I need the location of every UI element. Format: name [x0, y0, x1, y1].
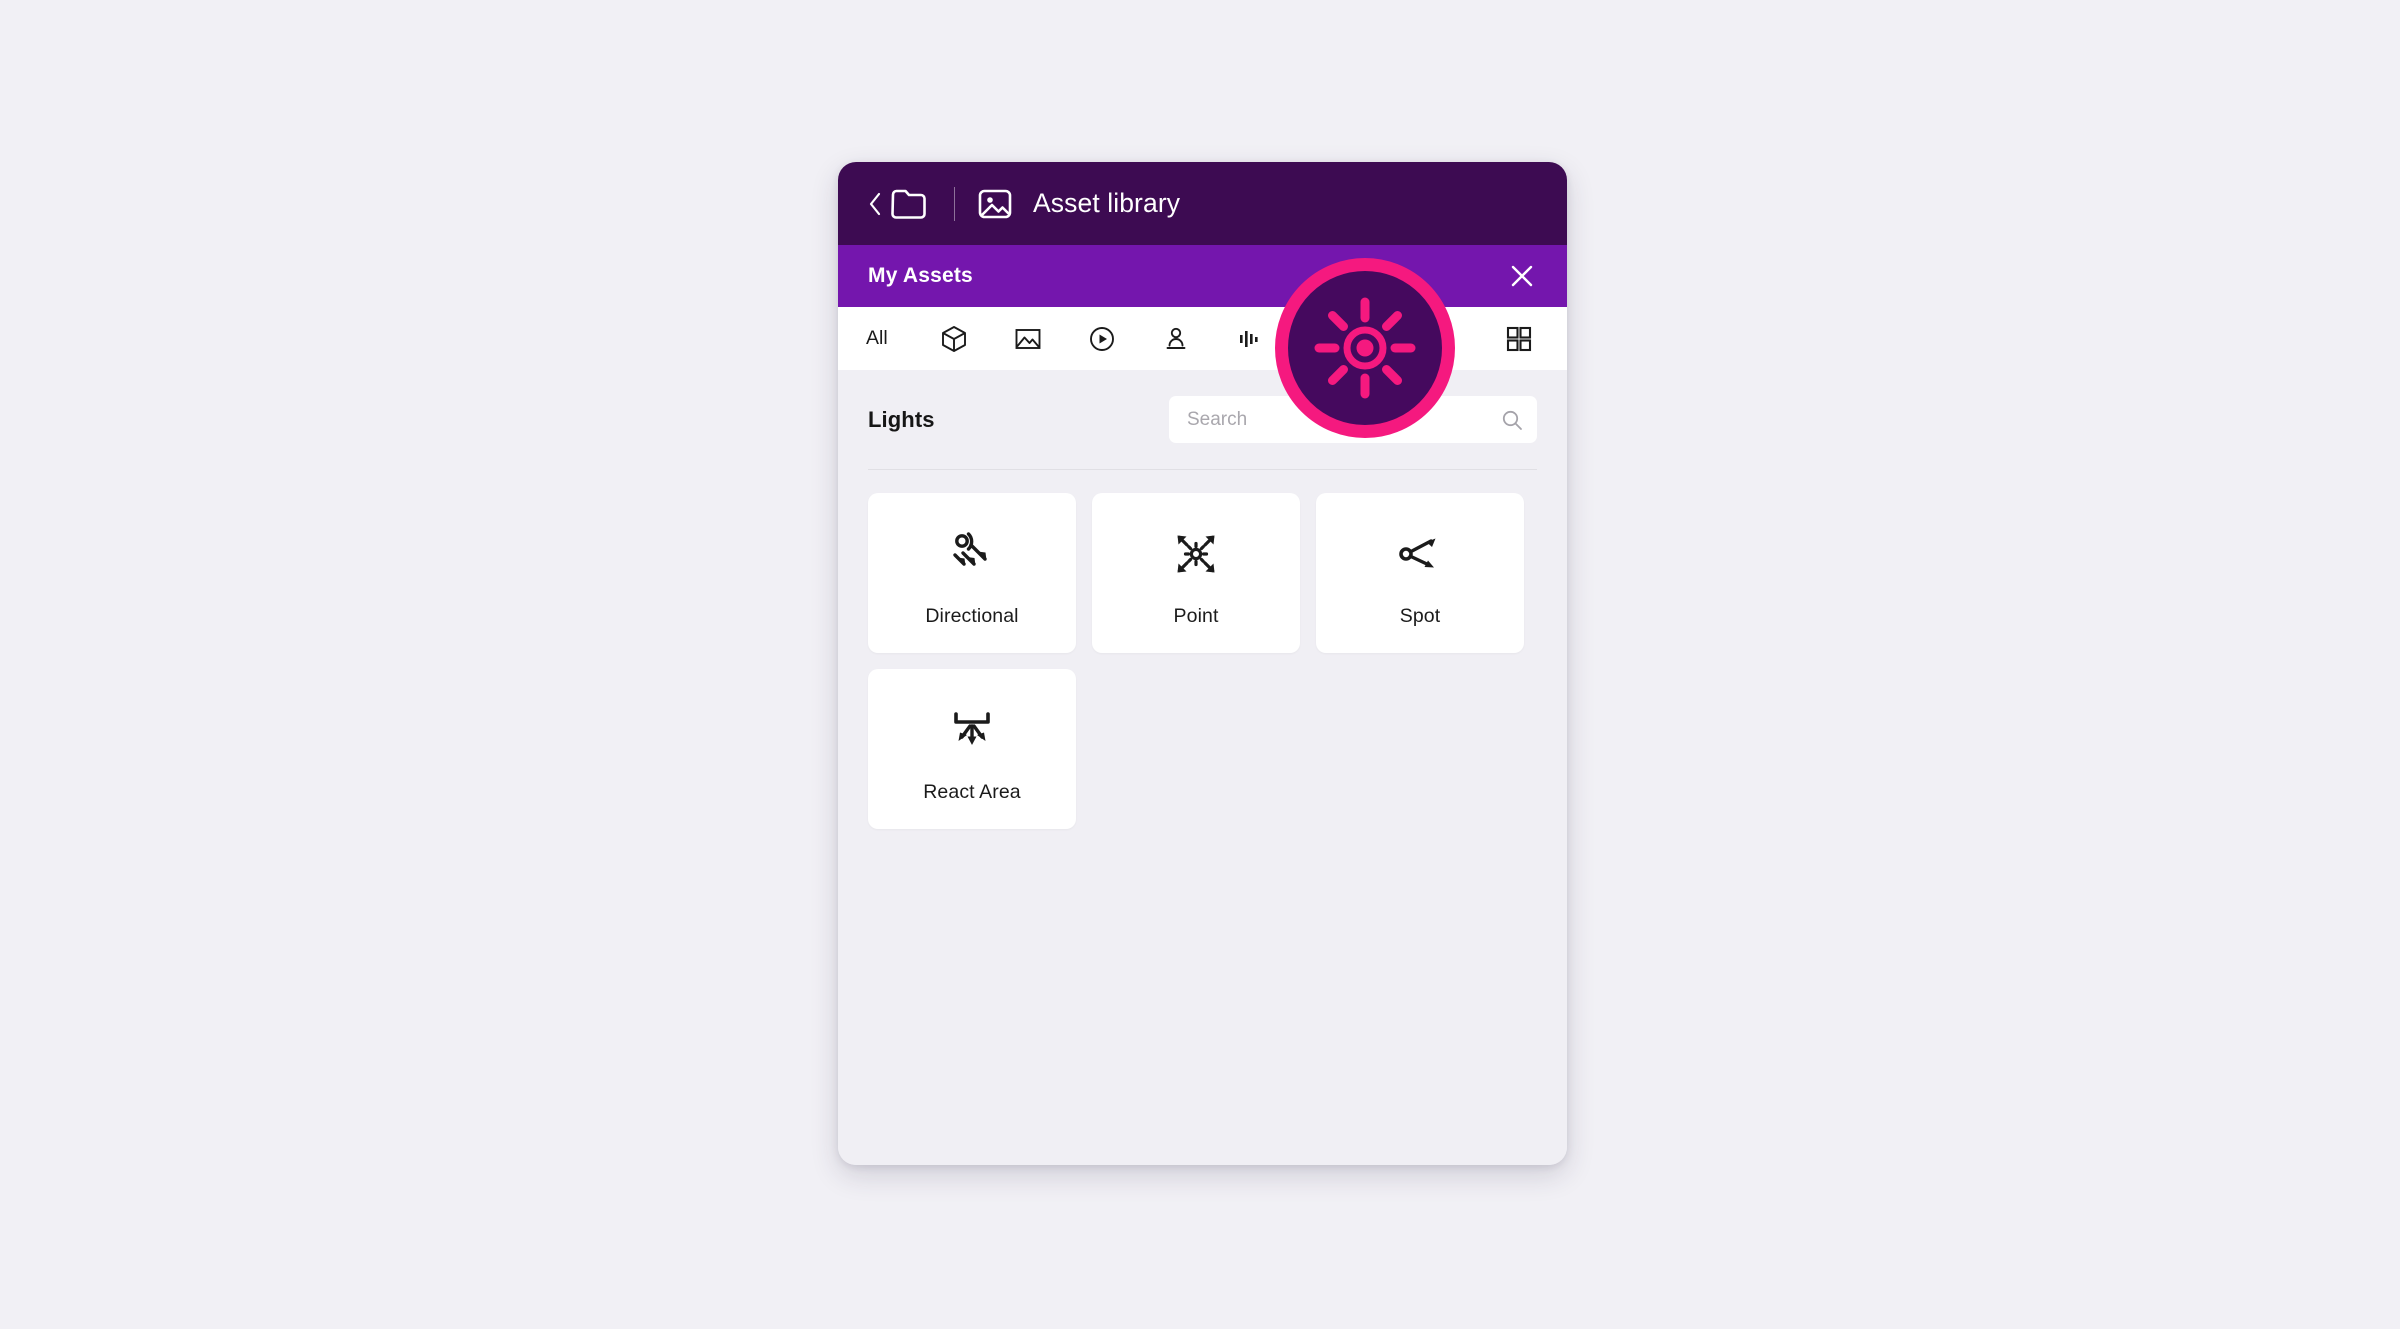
asset-card-react-area[interactable]: React Area: [868, 669, 1076, 829]
close-icon: [1511, 265, 1533, 287]
section-title: Lights: [868, 406, 935, 432]
back-button[interactable]: [864, 186, 886, 222]
tab-images[interactable]: [1002, 307, 1054, 370]
asset-type-tabs: All: [838, 307, 1567, 370]
asset-card-spot[interactable]: Spot: [1316, 493, 1524, 653]
asset-grid: Directional Point Spot React Area: [838, 470, 1567, 829]
tab-video[interactable]: [1076, 307, 1128, 370]
tab-all-label: All: [866, 327, 888, 349]
cube-icon: [942, 325, 966, 352]
area-light-icon: [943, 699, 1001, 761]
search-input[interactable]: [1169, 396, 1537, 443]
my-assets-title: My Assets: [868, 264, 973, 287]
image-icon: [1015, 328, 1041, 349]
section-header: Lights: [838, 370, 1567, 443]
folder-button[interactable]: [890, 185, 930, 223]
play-circle-icon: [1090, 326, 1114, 351]
search-icon: [1502, 410, 1522, 430]
spot-light-icon: [1391, 523, 1449, 585]
asset-card-label: Point: [1173, 604, 1219, 627]
asset-card-point[interactable]: Point: [1092, 493, 1300, 653]
close-button[interactable]: [1503, 257, 1541, 295]
my-assets-bar: My Assets: [838, 245, 1567, 307]
directional-light-icon: [943, 523, 1001, 585]
sidebar-item-all[interactable]: All: [866, 307, 906, 370]
tab-avatars[interactable]: [1150, 307, 1202, 370]
grid-view-toggle[interactable]: [1493, 307, 1545, 370]
asset-library-panel: Asset library My Assets All Lights Searc…: [838, 162, 1567, 1165]
grid-view-icon: [1506, 326, 1532, 351]
search-button[interactable]: [1499, 407, 1525, 433]
asset-card-directional[interactable]: Directional: [868, 493, 1076, 653]
tab-3d-models[interactable]: [928, 307, 980, 370]
asset-library-icon-button[interactable]: [977, 186, 1013, 222]
chevron-left-icon: [869, 192, 881, 215]
folder-icon: [891, 189, 926, 219]
asset-card-label: Spot: [1399, 604, 1441, 627]
tab-lights[interactable]: [1298, 307, 1350, 370]
asset-card-label: React Area: [923, 780, 1021, 803]
asset-browser-body: Lights Search Directional Point Spot Rea…: [838, 370, 1567, 1165]
point-light-icon: [1167, 523, 1225, 585]
audio-waveform-icon: [1240, 330, 1258, 347]
asset-card-label: Directional: [925, 604, 1019, 627]
toolbar-divider: [954, 186, 955, 221]
search-field-wrapper: [1169, 396, 1537, 443]
image-icon: [978, 189, 1012, 218]
page-title: Asset library: [1033, 188, 1181, 218]
top-navigation-bar: Asset library: [838, 162, 1567, 245]
light-sun-icon: [1310, 325, 1338, 352]
tab-audio[interactable]: [1224, 307, 1276, 370]
person-icon: [1166, 327, 1186, 349]
